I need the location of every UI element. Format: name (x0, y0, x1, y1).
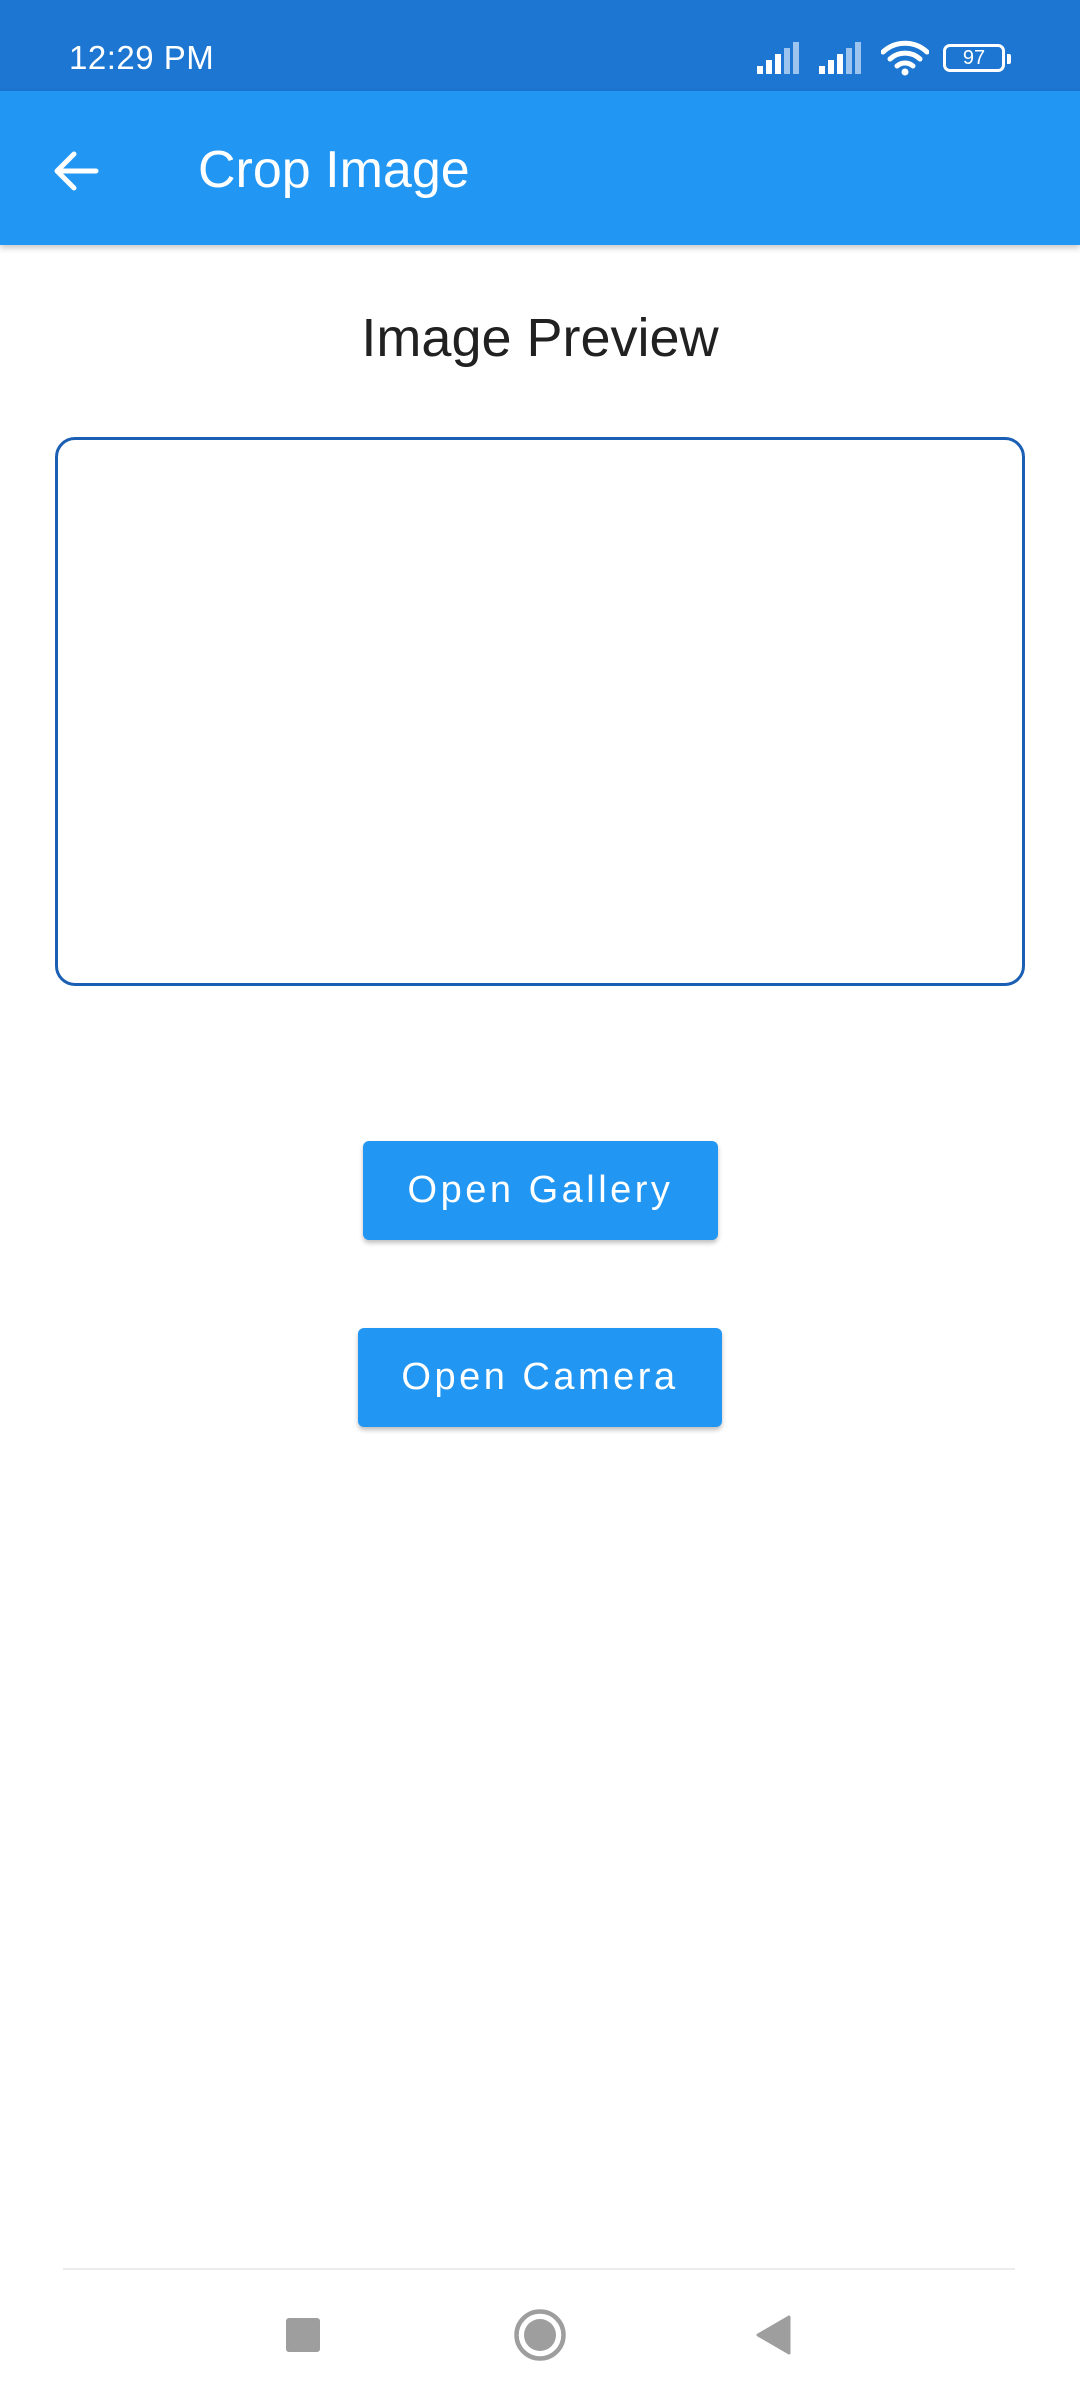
system-back-button[interactable] (738, 2302, 808, 2372)
recents-square-icon (286, 2317, 320, 2357)
nav-divider (63, 2268, 1015, 2270)
signal-icon (757, 42, 805, 74)
home-circle-icon (513, 2308, 567, 2367)
back-button[interactable] (36, 133, 116, 213)
open-camera-button[interactable]: Open Camera (358, 1328, 722, 1427)
open-gallery-button[interactable]: Open Gallery (363, 1141, 718, 1240)
signal-icon (819, 42, 867, 74)
back-triangle-icon (755, 2315, 791, 2360)
arrow-back-icon (52, 149, 100, 198)
screen: 12:29 PM 97 Crop Image Image Preview Ope… (0, 0, 1080, 2400)
battery-icon: 97 (943, 44, 1011, 72)
status-time: 12:29 PM (69, 39, 215, 76)
status-bar: 12:29 PM 97 (0, 0, 1080, 91)
wifi-icon (881, 40, 929, 76)
battery-level: 97 (962, 47, 986, 69)
status-icons: 97 (757, 36, 1011, 80)
battery-nub (1007, 54, 1011, 64)
recents-button[interactable] (268, 2302, 338, 2372)
app-bar: Crop Image (0, 91, 1080, 245)
image-preview-box (55, 437, 1025, 986)
page-title: Crop Image (198, 141, 470, 199)
image-preview-heading: Image Preview (361, 308, 719, 368)
home-button[interactable] (505, 2302, 575, 2372)
